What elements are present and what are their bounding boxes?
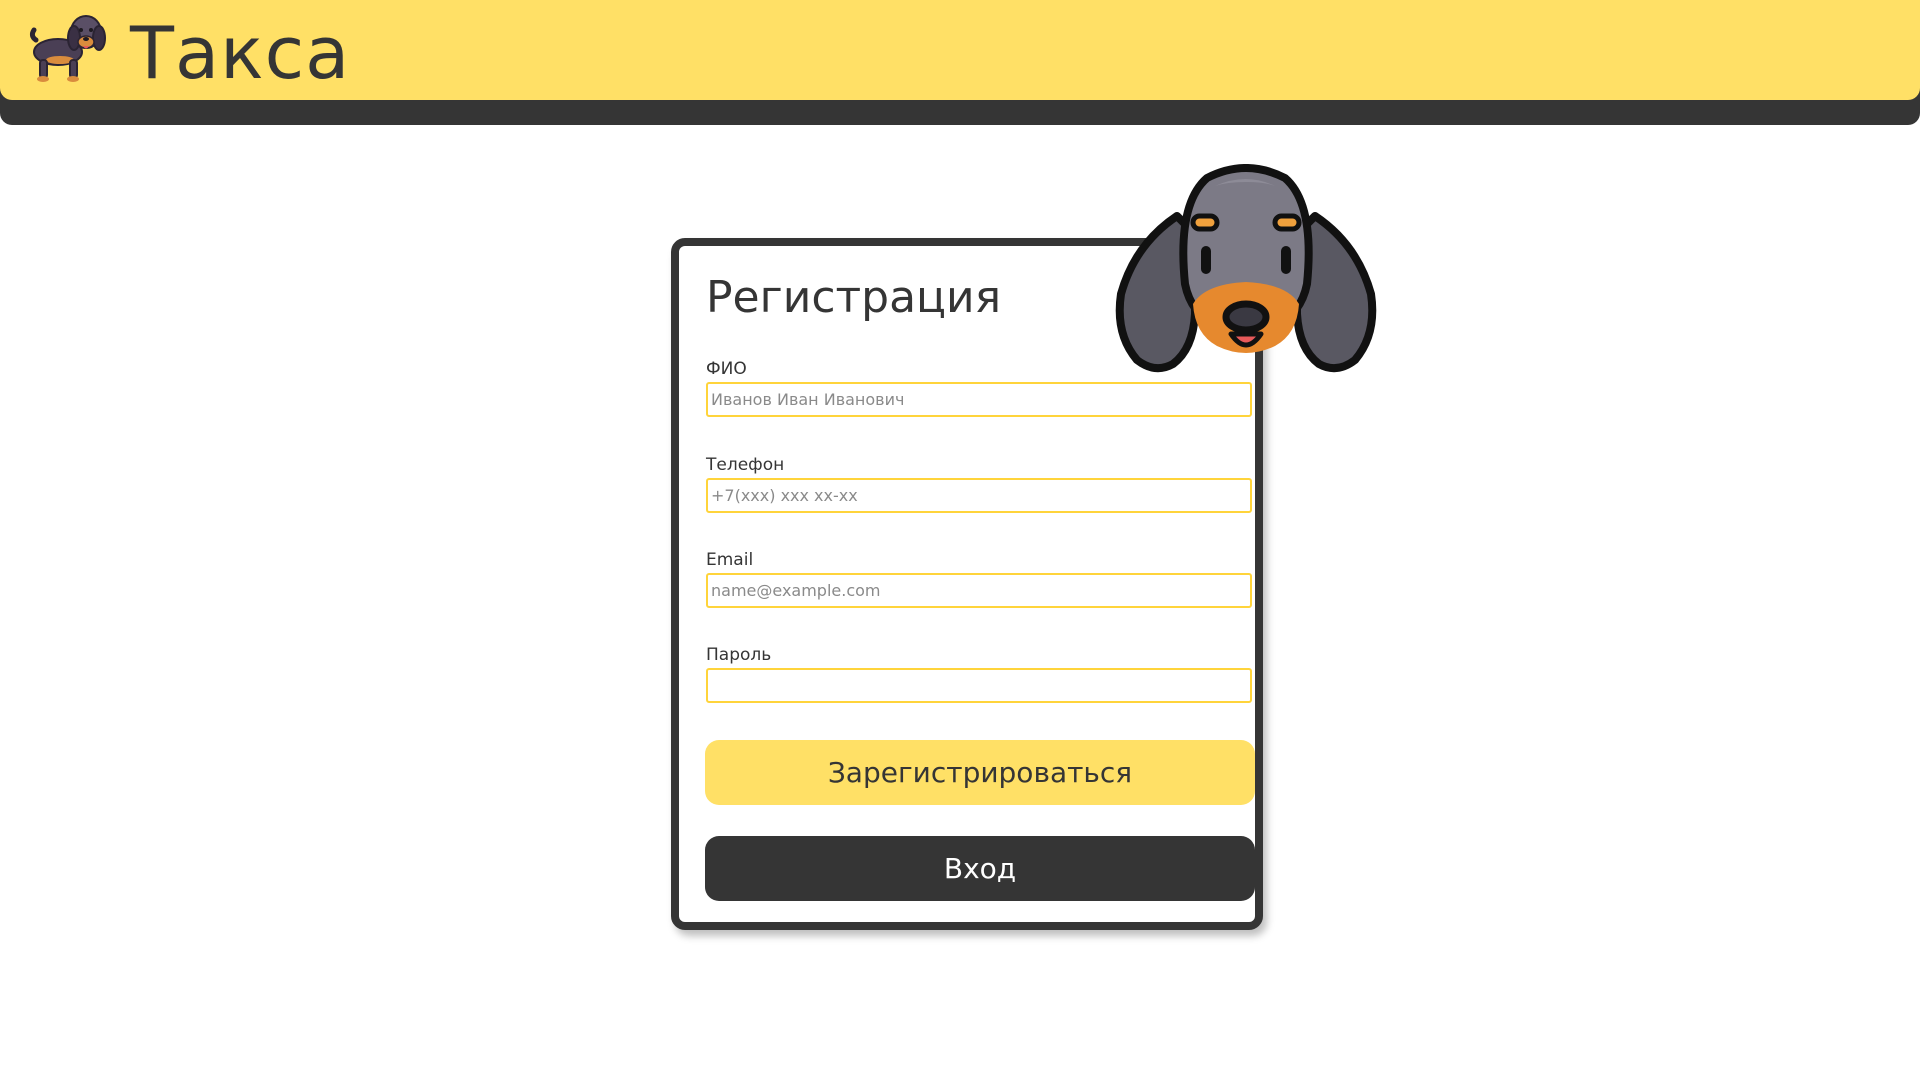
register-button[interactable]: Зарегистрироваться (705, 740, 1255, 805)
password-label: Пароль (706, 645, 772, 665)
header-bar: Такса (0, 0, 1920, 125)
form-title: Регистрация (706, 272, 1002, 323)
dachshund-icon[interactable] (28, 10, 108, 86)
phone-label: Телефон (706, 455, 785, 475)
brand-title[interactable]: Такса (130, 8, 350, 98)
dog-face-icon (1115, 164, 1377, 373)
email-label: Email (706, 550, 754, 570)
password-input[interactable] (706, 668, 1252, 703)
header-top: Такса (0, 0, 1920, 100)
fio-label: ФИО (706, 359, 747, 379)
login-button[interactable]: Вход (705, 836, 1255, 901)
fio-input[interactable] (706, 382, 1252, 417)
phone-input[interactable] (706, 478, 1252, 513)
email-input[interactable] (706, 573, 1252, 608)
